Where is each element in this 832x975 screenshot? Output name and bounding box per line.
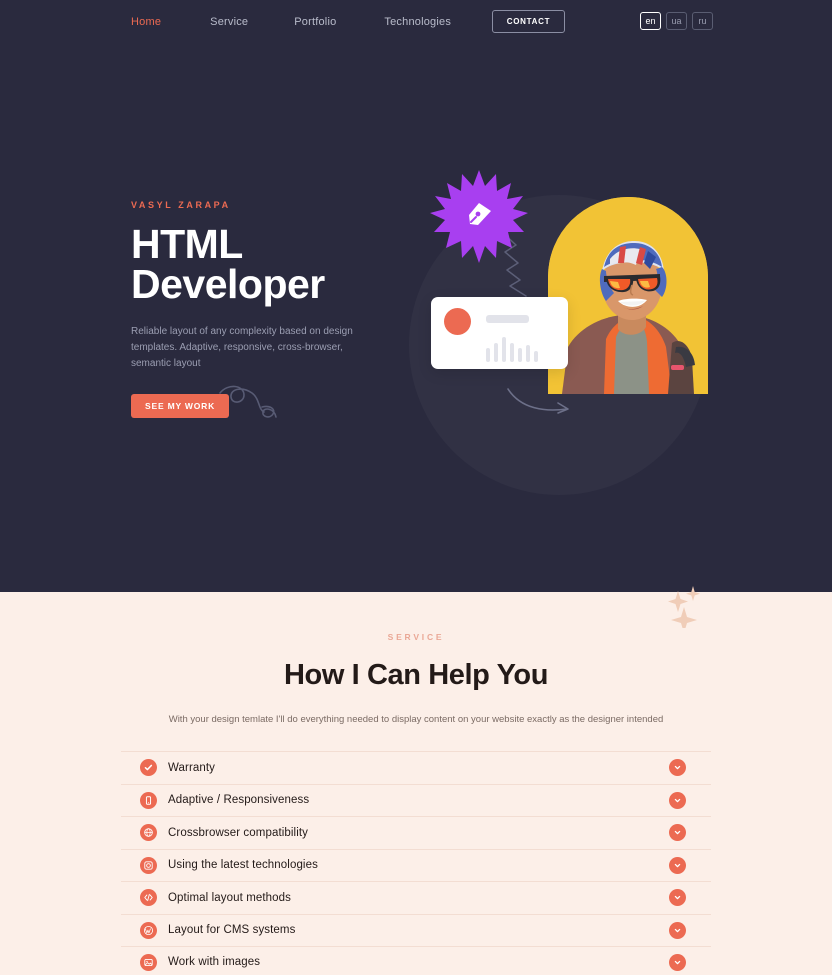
nav-link-home[interactable]: Home	[131, 16, 161, 28]
accordion-item-label: Optimal layout methods	[168, 891, 292, 904]
card-bar	[526, 345, 530, 362]
accordion-item-label: Work with images	[168, 956, 261, 969]
accordion-toggle-button[interactable]	[669, 824, 686, 842]
service-eyebrow: SERVICE	[387, 632, 445, 642]
accordion-item-label: Layout for CMS systems	[168, 924, 296, 937]
service-section: SERVICE How I Can Help You With your des…	[0, 592, 832, 975]
language-button-ua[interactable]: ua	[666, 12, 687, 30]
hero-eyebrow: VASYL ZARAPA	[131, 200, 231, 210]
page-title: HTML Developer	[131, 224, 411, 307]
accordion-item[interactable]: Using the latest technologies	[121, 848, 711, 882]
hero-description: Reliable layout of any complexity based …	[131, 326, 353, 369]
portrait-arch	[548, 197, 708, 394]
language-button-en[interactable]: en	[640, 12, 661, 30]
accordion-item[interactable]: Layout for CMS systems	[121, 913, 711, 947]
wordpress-icon	[140, 921, 157, 939]
pen-nib-icon	[430, 170, 528, 263]
mobile-icon	[140, 791, 157, 809]
service-title: How I Can Help You	[283, 659, 549, 691]
nav-link-technologies[interactable]: Technologies	[384, 16, 451, 28]
hero-title-line2: Developer	[131, 261, 325, 307]
target-icon	[140, 856, 157, 874]
card-bar	[518, 348, 522, 362]
accordion-item-label: Adaptive / Responsiveness	[168, 794, 310, 807]
accordion-item[interactable]: Warranty	[121, 751, 711, 784]
accordion-item-label: Using the latest technologies	[168, 859, 318, 872]
accordion-item[interactable]: Work with images	[121, 946, 711, 975]
card-bar	[534, 351, 538, 362]
globe-icon	[140, 824, 157, 842]
card-bar	[494, 343, 498, 362]
accordion-toggle-button[interactable]	[669, 921, 686, 939]
service-subtitle: With your design temlate I'll do everyth…	[168, 714, 664, 725]
main-navigation: Home Service Portfolio Technologies CONT…	[0, 0, 832, 44]
code-icon	[140, 889, 157, 907]
accordion-toggle-button[interactable]	[669, 856, 686, 874]
language-switcher: en ua ru	[640, 12, 713, 30]
card-bar-chart	[486, 337, 538, 362]
contact-button[interactable]: CONTACT	[492, 10, 565, 33]
card-bar	[502, 337, 506, 362]
developer-portrait	[548, 197, 708, 394]
accordion-toggle-button[interactable]	[669, 791, 686, 809]
language-button-ru[interactable]: ru	[692, 12, 713, 30]
accordion-item[interactable]: Adaptive / Responsiveness	[121, 783, 711, 817]
accordion-item[interactable]: Optimal layout methods	[121, 881, 711, 914]
stats-card	[431, 297, 568, 369]
card-bar	[486, 348, 490, 362]
nav-links: Home Service Portfolio Technologies	[0, 16, 451, 28]
see-my-work-button[interactable]: SEE MY WORK	[131, 394, 230, 418]
accordion-item-label: Crossbrowser compatibility	[168, 826, 308, 839]
card-bar	[510, 343, 514, 362]
page-root: Home Service Portfolio Technologies CONT…	[0, 0, 832, 975]
swirl-decoration-icon	[219, 385, 277, 418]
nav-link-service[interactable]: Service	[210, 16, 248, 28]
accordion-item-label: Warranty	[168, 761, 216, 774]
accordion-item[interactable]: Crossbrowser compatibility	[121, 816, 711, 849]
hero-section: Home Service Portfolio Technologies CONT…	[0, 0, 832, 592]
accordion-toggle-button[interactable]	[669, 759, 686, 777]
accordion-toggle-button[interactable]	[669, 889, 686, 907]
sparkles-icon	[668, 586, 700, 628]
service-accordion: Warranty Adaptive / Responsiveness Crossbr…	[121, 751, 711, 975]
card-title-placeholder	[486, 315, 529, 323]
nav-link-portfolio[interactable]: Portfolio	[294, 16, 336, 28]
card-avatar-dot	[444, 308, 471, 335]
check-circle-icon	[140, 759, 157, 777]
accordion-toggle-button[interactable]	[669, 953, 686, 971]
image-icon	[140, 953, 157, 971]
